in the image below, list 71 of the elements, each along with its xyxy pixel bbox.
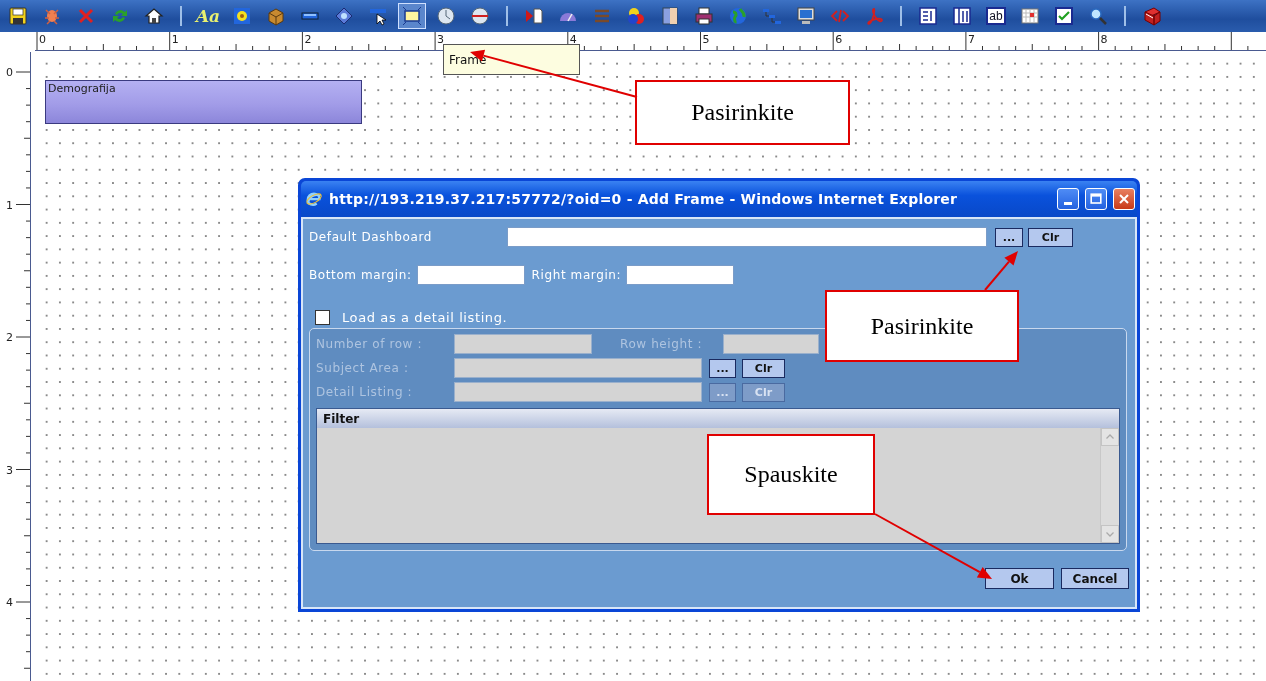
dashboard-field[interactable] [507, 227, 987, 247]
ruler-label: 3 [6, 463, 13, 477]
maximize-button[interactable] [1085, 188, 1107, 210]
circle-icon [470, 6, 490, 26]
frame-button[interactable] [398, 3, 426, 29]
grid-icon [952, 6, 972, 26]
ruler-label: 1 [6, 198, 13, 212]
field-label: Subject Area : [316, 361, 410, 375]
ruler-label: 4 [569, 33, 577, 46]
arrow [984, 251, 1018, 291]
play-document-icon [524, 6, 544, 26]
box-icon [266, 6, 286, 26]
book-icon [1142, 6, 1162, 26]
calendar-icon [1020, 6, 1040, 26]
text-field-button[interactable]: ab [982, 3, 1010, 29]
search-icon [1088, 6, 1108, 26]
field-label: Row height : [620, 337, 704, 351]
pdf-icon [864, 6, 884, 26]
browser-icon [305, 190, 323, 208]
window-title: http://193.219.37.217:57772/?oid=0 - Add Frame - Windows Internet Explorer [329, 191, 959, 207]
checkbox-icon [1054, 6, 1074, 26]
minimize-icon [1064, 201, 1072, 205]
frame-block[interactable]: Demografija [45, 80, 362, 124]
frame-icon [402, 6, 422, 26]
ruler-label: 7 [967, 33, 975, 46]
checkbox[interactable] [315, 309, 330, 325]
filter-header: Filter [317, 409, 1119, 428]
ok-button[interactable]: Ok [985, 568, 1054, 589]
diamond-icon [334, 6, 354, 26]
field-label: Detail Listing : [316, 385, 414, 399]
ruler-label: 1 [171, 33, 179, 46]
ruler-label: 4 [6, 596, 13, 609]
right-margin-field[interactable] [626, 265, 735, 285]
color-circles-icon [626, 6, 646, 26]
hierarchy-icon [762, 6, 782, 26]
ruler-label: 6 [835, 33, 843, 46]
save-icon [8, 6, 28, 26]
globe-icon [728, 6, 748, 26]
field-label: Right margin: [531, 268, 622, 282]
minimize-button[interactable] [1057, 188, 1079, 210]
monitor-icon [796, 6, 816, 26]
field-label: Default Dashboard [309, 230, 433, 244]
printer-icon [694, 6, 714, 26]
ruler-label: 0 [39, 33, 46, 46]
close-button[interactable] [1113, 188, 1135, 210]
ruler-label: 3 [437, 33, 445, 46]
maximize-icon [1088, 191, 1104, 207]
cancel-button[interactable]: Cancel [1061, 568, 1129, 589]
clock-icon [436, 6, 456, 26]
callout-box: Pasirinkite [635, 80, 850, 145]
callout-box: Spauskite [707, 434, 875, 515]
clear-button[interactable]: Clr [1028, 227, 1073, 247]
ruler-label: 0 [6, 66, 13, 79]
field-label: Number of row : [316, 337, 424, 351]
browse-button[interactable]: ... [995, 227, 1023, 247]
bottom-margin-field[interactable] [416, 265, 525, 285]
ruler-label: 5 [702, 33, 710, 46]
ruler-label: 8 [1100, 33, 1108, 46]
flower-icon [232, 6, 252, 26]
field-label: Bottom margin: [309, 268, 412, 282]
columns-icon [918, 6, 938, 26]
callout-box: Pasirinkite [825, 290, 1019, 362]
delete-icon [76, 6, 96, 26]
home-icon [144, 6, 164, 26]
tooltip: Frame [443, 44, 580, 75]
bug-icon [42, 6, 62, 26]
pointer-icon [368, 6, 388, 26]
checkbox-label: Load as a detail listing. [342, 309, 508, 325]
ruler-label: 2 [6, 331, 13, 344]
text-style-button[interactable]: Aa [194, 3, 222, 29]
ruler-label: 2 [304, 33, 312, 46]
